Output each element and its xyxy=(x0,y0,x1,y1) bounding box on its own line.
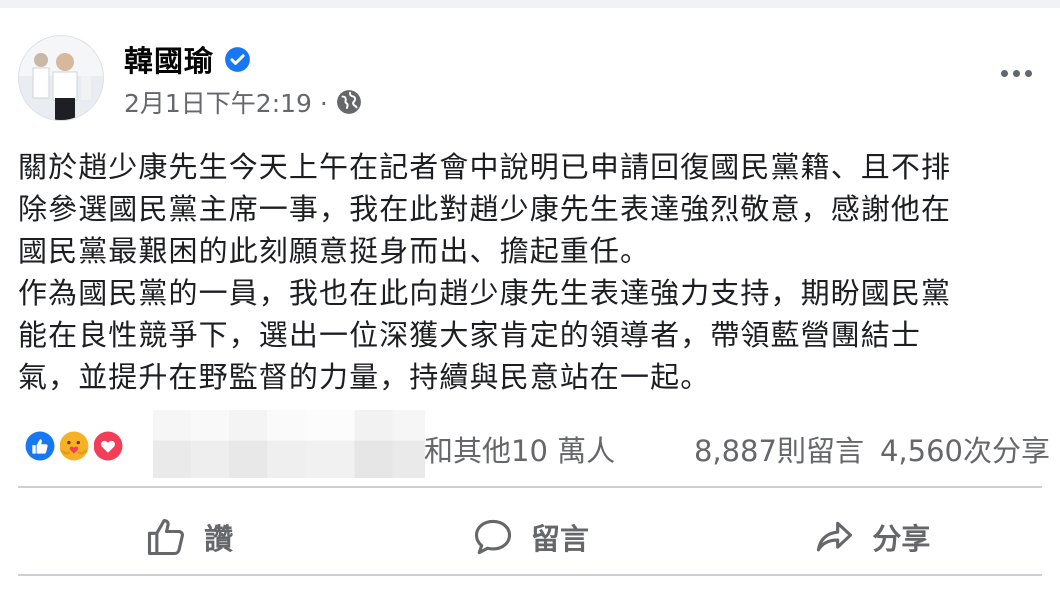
love-icon xyxy=(88,426,128,466)
post-text-line: 氣，並提升在野監督的力量，持續與民意站在一起。 xyxy=(18,360,711,394)
post-card: 韓國瑜 2月1日下午2:19 · 關於趙少康先生今天上午在記者會中說明已申請回復… xyxy=(0,8,1060,596)
like-button[interactable]: 讚 xyxy=(18,498,359,576)
post-text-line: 能在良性競爭下，選出一位深獲大家肯定的領導者，帶領藍營團結士 xyxy=(18,318,922,352)
verified-badge-icon xyxy=(225,46,250,72)
post-text-line: 國民黨最艱困的此刻願意挺身而出、擔起重任。 xyxy=(18,234,651,268)
like-label: 讚 xyxy=(204,522,234,556)
comment-label: 留言 xyxy=(530,522,589,556)
post-body: 關於趙少康先生今天上午在記者會中說明已申請回復國民黨籍、且不排 除參選國民黨主席… xyxy=(18,146,1048,398)
author-avatar[interactable] xyxy=(18,35,104,121)
divider-top xyxy=(18,486,1042,488)
more-dot-icon xyxy=(1001,70,1008,77)
comment-button[interactable]: 留言 xyxy=(359,498,700,576)
comment-icon xyxy=(474,519,512,555)
comments-count[interactable]: 8,887則留言 xyxy=(694,428,864,470)
divider-bottom xyxy=(18,574,1042,576)
post-header: 韓國瑜 xyxy=(124,38,251,80)
avatar-photo xyxy=(19,36,103,120)
reaction-icons[interactable] xyxy=(20,426,128,466)
more-dot-icon xyxy=(1025,70,1032,77)
share-button[interactable]: 分享 xyxy=(701,498,1042,576)
thumbs-up-icon xyxy=(148,518,185,556)
care-icon xyxy=(54,426,94,466)
author-name[interactable]: 韓國瑜 xyxy=(124,38,214,80)
post-timestamp[interactable]: 2月1日下午2:19 · xyxy=(124,84,328,120)
share-arrow-icon xyxy=(817,521,853,552)
reactions-count[interactable]: 和其他10 萬人 xyxy=(424,428,615,470)
post-text-line: 作為國民黨的一員，我也在此向趙少康先生表達強力支持，期盼國民黨 xyxy=(18,276,952,310)
shares-count[interactable]: 4,560次分享 xyxy=(880,428,1050,470)
more-options-button[interactable] xyxy=(1001,70,1032,77)
post-meta: 2月1日下午2:19 · xyxy=(124,84,362,120)
action-bar: 讚 留言 分享 xyxy=(18,498,1042,576)
share-label: 分享 xyxy=(872,522,931,556)
post-text-line: 關於趙少康先生今天上午在記者會中說明已申請回復國民黨籍、且不排 xyxy=(18,150,952,184)
engagement-counts: 8,887則留言 4,560次分享 xyxy=(694,428,1050,470)
globe-icon xyxy=(336,90,361,114)
blurred-reactor-names xyxy=(153,410,425,478)
more-dot-icon xyxy=(1013,70,1020,77)
like-icon xyxy=(20,426,60,466)
post-text-line: 除參選國民黨主席一事，我在此對趙少康先生表達強烈敬意，感謝他在 xyxy=(18,192,952,226)
